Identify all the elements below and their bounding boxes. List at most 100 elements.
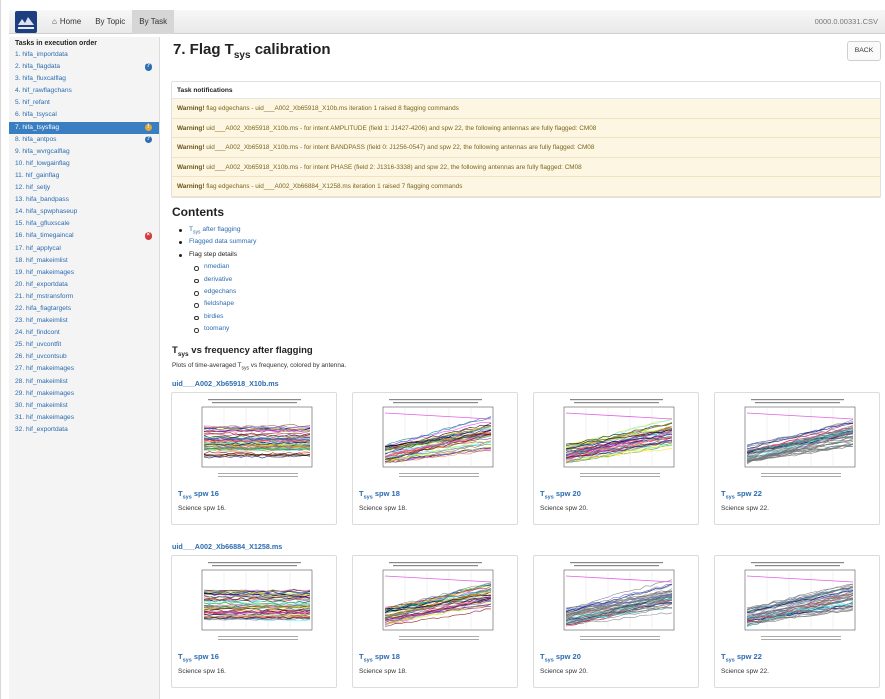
notification-list: Warning! flag edgechans - uid___A002_Xb6… — [172, 99, 880, 197]
tsys-plot-thumbnail[interactable] — [540, 397, 693, 481]
plot-thumbnail-container[interactable] — [540, 560, 693, 644]
sidebar-item-label: 1. hifa_importdata — [15, 51, 68, 58]
plot-card-title[interactable]: Tsys spw 20 — [540, 489, 581, 501]
plot-card-title[interactable]: Tsys spw 22 — [721, 489, 762, 501]
sidebar-item-label: 24. hif_findcont — [15, 329, 60, 337]
warning-label: Warning! — [177, 163, 205, 171]
sidebar-item[interactable]: 11. hif_gainflag — [9, 170, 159, 182]
contents-list: Tsys after flagging Flagged data summary… — [177, 224, 256, 336]
plot-card-title[interactable]: Tsys spw 18 — [359, 652, 400, 664]
page-title: 7. Flag Tsys calibration — [173, 41, 331, 61]
tsys-plot-thumbnail[interactable] — [178, 560, 331, 644]
plot-card-title[interactable]: Tsys spw 20 — [540, 652, 581, 664]
sidebar-item[interactable]: 7. hifa_tsysflag! — [9, 121, 159, 134]
ms-link[interactable]: uid___A002_Xb65918_X10b.ms — [172, 379, 279, 388]
sidebar-item[interactable]: 31. hif_makeimages — [9, 412, 159, 424]
card-title-post: spw 20 — [553, 489, 581, 498]
tsys-plot-thumbnail[interactable] — [721, 560, 874, 644]
notification-row: Warning! uid___A002_Xb65918_X10b.ms - fo… — [172, 157, 880, 178]
plot-card: Tsys spw 22 Science spw 22. — [714, 555, 880, 688]
sidebar-item[interactable]: 24. hif_findcont — [9, 327, 159, 339]
sidebar-item-label: 22. hifa_flagtargets — [15, 304, 72, 312]
sidebar-item[interactable]: 28. hif_makeimlist — [9, 376, 159, 388]
plot-thumbnail-container[interactable] — [178, 560, 331, 644]
toc-link-toomany[interactable]: toomany — [204, 325, 229, 332]
sidebar-item[interactable]: 14. hifa_spwphaseup — [9, 206, 159, 218]
sidebar-item[interactable]: 8. hifa_antpos? — [9, 134, 159, 146]
tsys-plot-thumbnail[interactable] — [721, 397, 874, 481]
nav-by-topic[interactable]: By Topic — [88, 10, 132, 34]
plot-thumbnail-container[interactable] — [540, 397, 693, 481]
sidebar-item[interactable]: 30. hif_makeimlist — [9, 400, 159, 412]
tsys-plot-thumbnail[interactable] — [540, 560, 693, 644]
sidebar-item[interactable]: 32. hif_exportdata — [9, 424, 159, 436]
sidebar-item[interactable]: 5. hif_refant — [9, 97, 159, 109]
sidebar-item-label: 32. hif_exportdata — [15, 425, 68, 433]
toc-link-flagged-summary[interactable]: Flagged data summary — [189, 238, 256, 245]
tsys-plot-thumbnail[interactable] — [178, 397, 331, 481]
sidebar-item[interactable]: 18. hif_makeimlist — [9, 255, 159, 267]
plot-card-title[interactable]: Tsys spw 16 — [178, 652, 219, 664]
sidebar-item[interactable]: 19. hif_makeimages — [9, 267, 159, 279]
plot-thumbnail-container[interactable] — [359, 397, 512, 481]
sec-desc-post: vs frequency, colored by antenna. — [249, 362, 347, 369]
sidebar-item[interactable]: 22. hifa_flagtargets — [9, 303, 159, 315]
sec-desc-pre: Plots of time-averaged T — [172, 362, 242, 369]
sidebar-item[interactable]: 17. hif_applycal — [9, 243, 159, 255]
plot-thumbnail-container[interactable] — [721, 560, 874, 644]
sidebar-task-list: 1. hifa_importdata 2. hifa_flagdata? 3. hi… — [9, 49, 159, 436]
toc-link-birdies[interactable]: birdies — [204, 313, 223, 320]
sidebar-item[interactable]: 23. hif_makeimlist — [9, 315, 159, 327]
nav-home[interactable]: ⌂ Home — [45, 10, 88, 34]
plot-card: Tsys spw 20 Science spw 20. — [533, 392, 699, 525]
toc-link-derivative[interactable]: derivative — [204, 276, 232, 283]
title-text-pre: 7. Flag T — [173, 41, 234, 58]
main-content: 7. Flag Tsys calibration BACK Task notif… — [171, 37, 881, 699]
toc-item-tsys: Tsys after flagging — [177, 224, 256, 236]
tsys-plot-thumbnail[interactable] — [359, 560, 512, 644]
sidebar-item[interactable]: 27. hif_makeimages — [9, 363, 159, 375]
plot-card-title[interactable]: Tsys spw 16 — [178, 489, 219, 501]
sidebar-item[interactable]: 2. hifa_flagdata? — [9, 61, 159, 73]
sidebar-item[interactable]: 6. hifa_tsyscal — [9, 109, 159, 121]
toc-subitem: toomany — [177, 323, 256, 335]
sidebar-item[interactable]: 20. hif_exportdata — [9, 279, 159, 291]
sidebar-item[interactable]: 9. hifa_wvrgcalflag — [9, 146, 159, 158]
top-navbar: ⌂ Home By Topic By Task 0000.0.00331.CSV — [9, 9, 885, 34]
sidebar-item[interactable]: 25. hif_uvcontfit — [9, 339, 159, 351]
plot-thumbnail-container[interactable] — [359, 560, 512, 644]
toc-subitem: nmedian — [177, 261, 256, 273]
warning-text: flag edgechans - uid___A002_Xb65918_X10b… — [204, 105, 459, 112]
toc-link-edgechans[interactable]: edgechans — [204, 288, 236, 295]
toc-link-tsys-after-flagging[interactable]: Tsys after flagging — [189, 226, 241, 236]
sidebar-item[interactable]: 15. hifa_gfluxscale — [9, 218, 159, 230]
sidebar-item[interactable]: 10. hif_lowgainflag — [9, 158, 159, 170]
tsys-plot-thumbnail[interactable] — [359, 397, 512, 481]
sidebar-item[interactable]: 26. hif_uvcontsub — [9, 351, 159, 363]
warning-label: Warning! — [177, 105, 205, 112]
plot-thumbnail-container[interactable] — [721, 397, 874, 481]
plot-card-title[interactable]: Tsys spw 18 — [359, 489, 400, 501]
nav-home-label: Home — [59, 17, 82, 26]
toc-subitem: fieldshape — [177, 298, 256, 310]
ms-link[interactable]: uid___A002_Xb66884_X1258.ms — [172, 542, 282, 551]
sidebar-item[interactable]: 13. hifa_bandpass — [9, 194, 159, 206]
sidebar-item[interactable]: 1. hifa_importdata — [9, 49, 159, 61]
sidebar-item[interactable]: 29. hif_makeimages — [9, 388, 159, 400]
toc-link-fieldshape[interactable]: fieldshape — [204, 300, 234, 307]
nav-by-task[interactable]: By Task — [132, 9, 175, 34]
sidebar-item[interactable]: 12. hif_setjy — [9, 182, 159, 194]
sidebar-item[interactable]: 16. hifa_timegaincal × — [9, 230, 159, 242]
alma-logo[interactable] — [15, 10, 37, 33]
plot-card-title[interactable]: Tsys spw 22 — [721, 652, 762, 664]
sidebar-item[interactable]: 3. hifa_fluxcalflag — [9, 73, 159, 85]
back-button[interactable]: BACK — [847, 41, 881, 61]
toc-tsys-sub: sys — [193, 229, 201, 236]
plot-card: Tsys spw 22 Science spw 22. — [714, 392, 880, 525]
sec-desc-sub: sys — [241, 365, 250, 372]
sidebar-item[interactable]: 4. hif_rawflagchans — [9, 85, 159, 97]
toc-link-nmedian[interactable]: nmedian — [204, 263, 229, 270]
toc-subitem: derivative — [177, 274, 256, 286]
plot-thumbnail-container[interactable] — [178, 397, 331, 481]
sidebar-item[interactable]: 21. hif_mstransform — [9, 291, 159, 303]
